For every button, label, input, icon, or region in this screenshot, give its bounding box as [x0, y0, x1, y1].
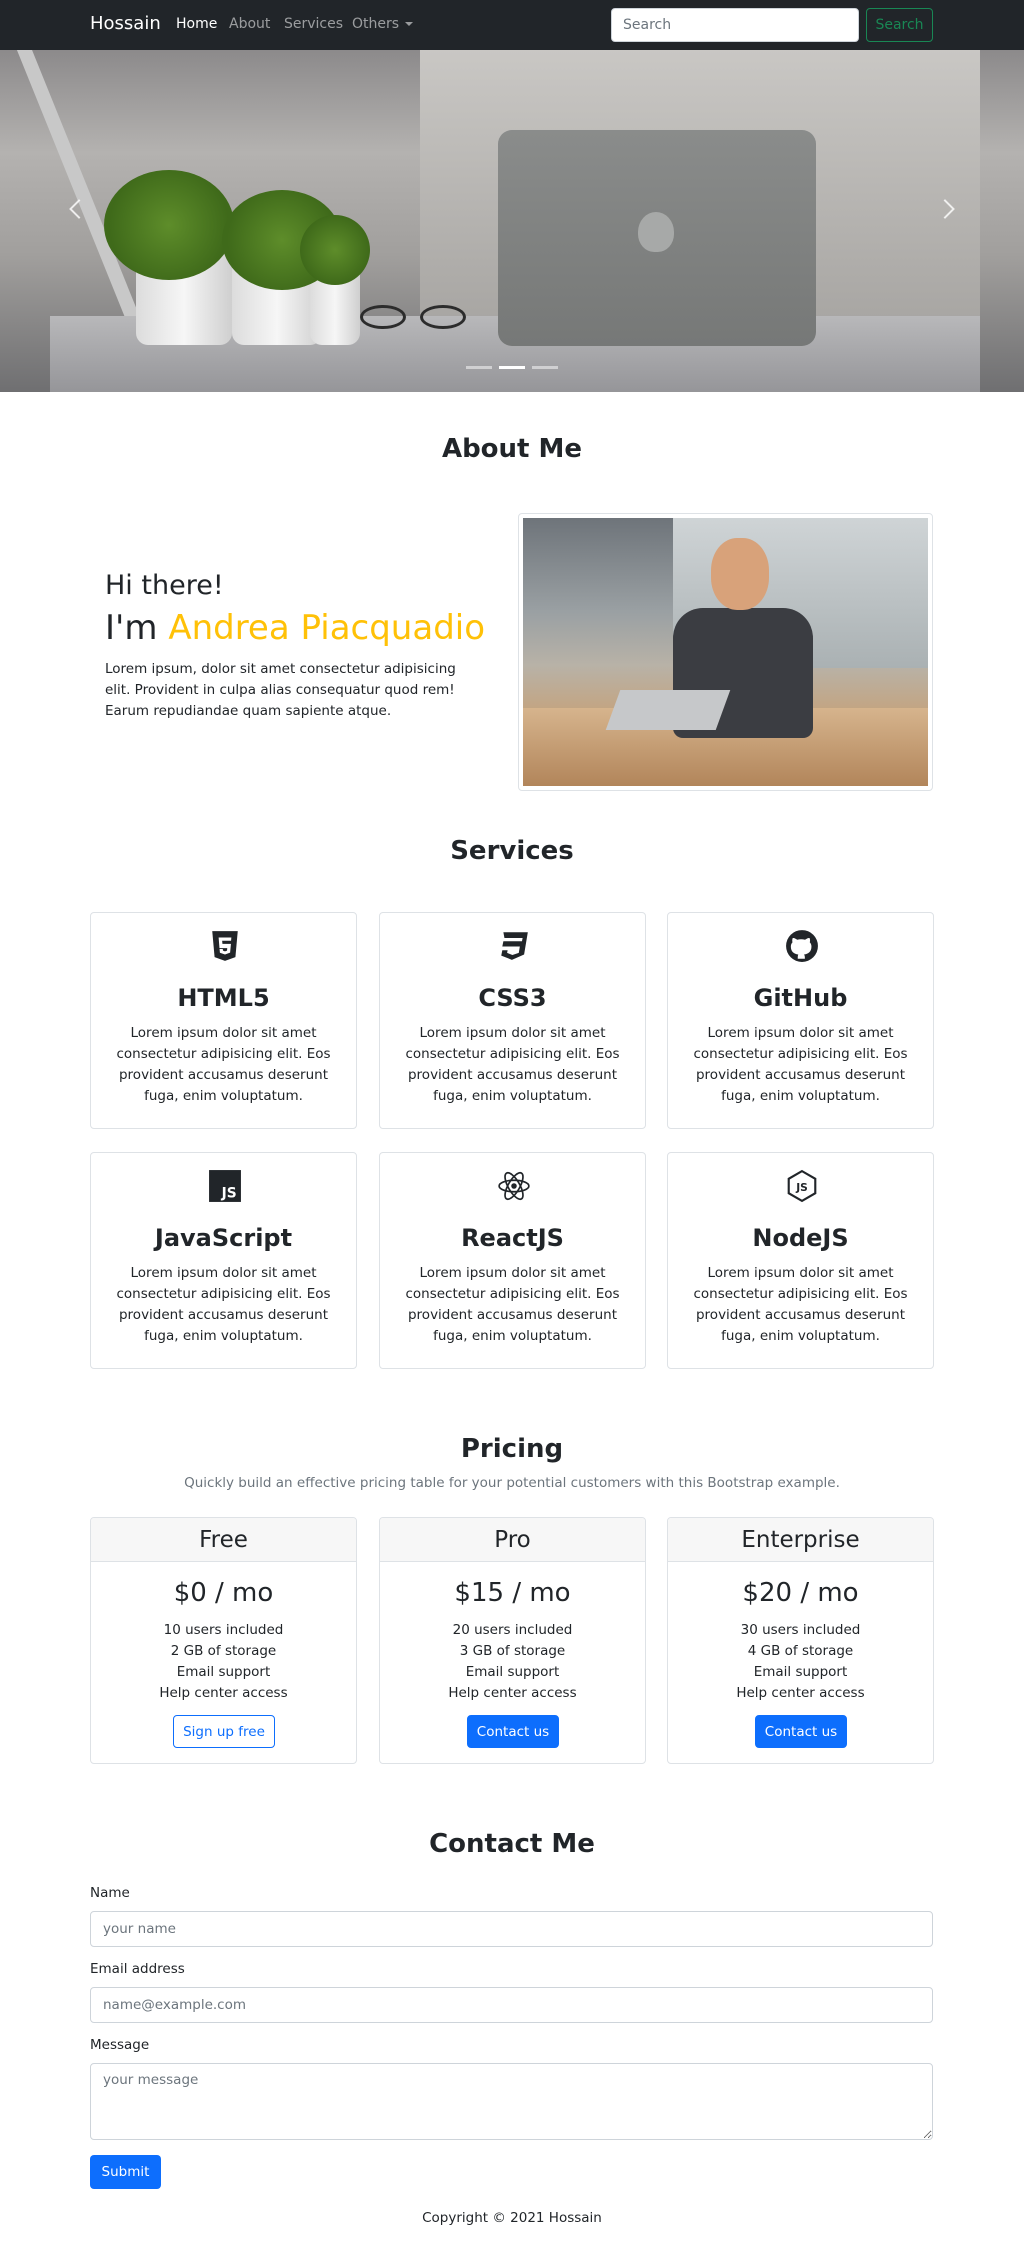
service-text: Lorem ipsum dolor sit amet consectetur a… [116, 1025, 331, 1104]
plan-name: Enterprise [668, 1518, 933, 1562]
plan-feature: Email support [465, 1664, 560, 1680]
nodejs-icon: JS [785, 1169, 819, 1203]
svg-text:JS: JS [795, 1181, 808, 1194]
email-field[interactable] [90, 1987, 933, 2023]
css3-icon [497, 929, 531, 963]
plan-feature: 3 GB of storage [459, 1643, 566, 1659]
about-name: Andrea Piacquadio [168, 608, 486, 648]
plan-feature: Email support [176, 1664, 271, 1680]
plan-feature: 4 GB of storage [747, 1643, 854, 1659]
hero-glasses [360, 303, 480, 331]
footer-copyright: Copyright © 2021 Hossain [422, 2210, 602, 2226]
service-text: Lorem ipsum dolor sit amet consectetur a… [405, 1265, 620, 1344]
about-photo [518, 513, 933, 791]
pricing-title: Pricing [460, 1434, 564, 1464]
search-input[interactable] [611, 8, 859, 42]
pricing-card: Enterprise $20 / mo 30 users included 4 GB … [667, 1517, 934, 1764]
github-icon [785, 929, 819, 963]
contact-title: Contact Me [429, 1829, 595, 1859]
hero-plant [300, 215, 370, 285]
pricing-card: Pro $15 / mo 20 users included 3 GB of stor… [379, 1517, 646, 1764]
service-card: JS NodeJS Lorem ipsum dolor sit amet conse… [667, 1152, 934, 1369]
hero-lamp [14, 50, 140, 322]
hero-laptop [498, 130, 816, 346]
service-title: ReactJS [461, 1224, 564, 1252]
react-icon [497, 1169, 531, 1203]
about-name-line: I'm Andrea Piacquadio [105, 608, 485, 648]
plan-feature: 10 users included [163, 1622, 284, 1638]
carousel-indicators [466, 366, 558, 370]
plan-name: Pro [380, 1518, 645, 1562]
contact-us-button[interactable]: Contact us [755, 1715, 847, 1748]
hero-carousel [0, 50, 1024, 392]
about-text: Lorem ipsum, dolor sit amet consectetur … [105, 661, 456, 719]
service-card: HTML5 Lorem ipsum dolor sit amet consecte… [90, 912, 357, 1129]
service-title: NodeJS [752, 1224, 849, 1252]
caret-down-icon [405, 22, 414, 26]
plan-feature: Help center access [736, 1685, 865, 1701]
plan-feature: Help center access [448, 1685, 577, 1701]
svg-text:JS: JS [221, 1186, 237, 1202]
pricing-card: Free $0 / mo 10 users included 2 GB of stor… [90, 1517, 357, 1764]
service-text: Lorem ipsum dolor sit amet consectetur a… [693, 1265, 908, 1344]
service-card: JS JavaScript Lorem ipsum dolor sit amet c… [90, 1152, 357, 1369]
service-text: Lorem ipsum dolor sit amet consectetur a… [116, 1265, 331, 1344]
service-title: JavaScript [154, 1224, 293, 1252]
plan-name: Free [91, 1518, 356, 1562]
navbar-brand[interactable]: Hossain [90, 13, 161, 34]
javascript-icon: JS [208, 1169, 242, 1203]
service-card: ReactJS Lorem ipsum dolor sit amet consec… [379, 1152, 646, 1369]
submit-button[interactable]: Submit [90, 2155, 161, 2189]
plan-feature: Help center access [159, 1685, 288, 1701]
carousel-indicator[interactable] [532, 366, 558, 369]
service-card: GitHub Lorem ipsum dolor sit amet consect… [667, 912, 934, 1129]
plan-price: $15 / mo [454, 1578, 571, 1608]
contact-us-button[interactable]: Contact us [467, 1715, 559, 1748]
nav-link-others-label: Others [352, 16, 400, 32]
plan-feature: 2 GB of storage [170, 1643, 277, 1659]
nav-link-services[interactable]: Services [284, 16, 343, 32]
message-label: Message [90, 2037, 150, 2053]
pricing-lead: Quickly build an effective pricing table… [184, 1475, 840, 1491]
search-button[interactable]: Search [866, 8, 933, 42]
services-title: Services [450, 836, 574, 866]
about-im: I'm [105, 608, 158, 648]
about-title: About Me [441, 434, 583, 464]
service-card: CSS3 Lorem ipsum dolor sit amet consectet… [379, 912, 646, 1129]
service-title: GitHub [753, 984, 848, 1012]
carousel-indicator[interactable] [466, 366, 492, 369]
navbar: Hossain Home About Services Others Searc… [0, 0, 1024, 50]
plan-price: $20 / mo [742, 1578, 859, 1608]
service-title: HTML5 [177, 984, 270, 1012]
name-field[interactable] [90, 1911, 933, 1947]
service-text: Lorem ipsum dolor sit amet consectetur a… [693, 1025, 908, 1104]
plan-feature: Email support [753, 1664, 848, 1680]
message-field[interactable] [90, 2063, 933, 2140]
service-title: CSS3 [478, 984, 547, 1012]
html5-icon [208, 929, 242, 963]
nav-link-about[interactable]: About [229, 16, 270, 32]
email-label: Email address [90, 1961, 185, 1977]
plan-feature: 30 users included [740, 1622, 861, 1638]
service-text: Lorem ipsum dolor sit amet consectetur a… [405, 1025, 620, 1104]
about-greeting: Hi there! [105, 570, 224, 601]
apple-logo [638, 212, 674, 252]
plan-feature: 20 users included [452, 1622, 573, 1638]
sign-up-free-button[interactable]: Sign up free [173, 1715, 275, 1748]
name-label: Name [90, 1885, 130, 1901]
hero-plant [104, 170, 234, 280]
nav-link-home[interactable]: Home [176, 16, 217, 32]
nav-dropdown-others[interactable]: Others [352, 16, 414, 32]
carousel-indicator[interactable] [499, 366, 525, 369]
plan-price: $0 / mo [173, 1578, 274, 1608]
